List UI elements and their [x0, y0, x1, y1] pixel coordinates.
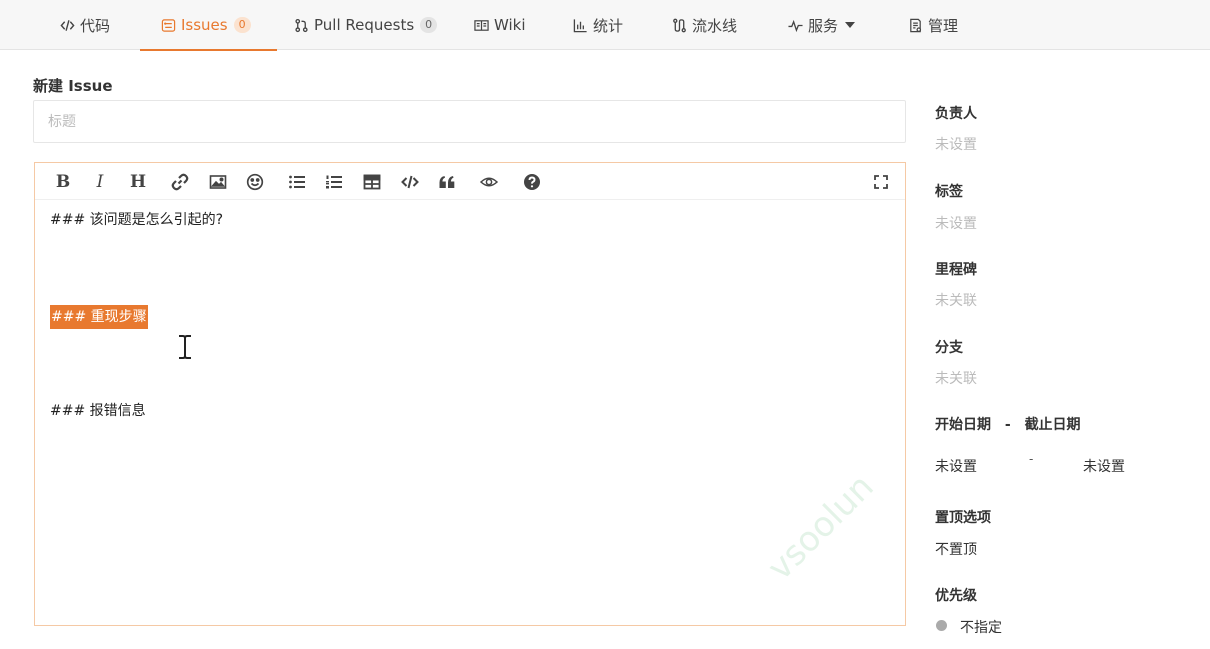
assignee-label: 负责人 — [935, 106, 977, 122]
editor-toolbar: B I H — [35, 163, 905, 200]
bar-chart-icon — [572, 17, 588, 33]
tab-code[interactable]: 代码 — [59, 0, 110, 50]
date-value-separator: - — [1029, 452, 1034, 466]
editor-line: ### 该问题是怎么引起的? — [50, 212, 224, 228]
start-date-value[interactable]: 未设置 — [935, 456, 977, 476]
emoji-icon — [246, 173, 264, 191]
fullscreen-icon — [874, 175, 888, 189]
pull-requests-count-badge: 0 — [420, 17, 438, 33]
image-button[interactable] — [207, 171, 229, 193]
page-title: 新建 Issue — [33, 77, 113, 95]
assignee-value[interactable]: 未设置 — [935, 134, 977, 154]
heading-button[interactable]: H — [127, 171, 149, 193]
table-button[interactable] — [361, 171, 383, 193]
labels-label: 标签 — [935, 184, 963, 200]
labels-value[interactable]: 未设置 — [935, 213, 977, 233]
tab-manage-label: 管理 — [928, 16, 959, 35]
tab-pull-requests[interactable]: Pull Requests 0 — [293, 0, 438, 50]
code-icon — [59, 17, 75, 33]
editor-line: ### 报错信息 — [50, 403, 146, 419]
tab-pipeline[interactable]: 流水线 — [671, 0, 737, 50]
settings-doc-icon — [907, 17, 923, 33]
tab-issues[interactable]: Issues 0 — [140, 0, 277, 51]
date-range-separator: - — [1004, 417, 1011, 433]
issue-title-input[interactable] — [33, 100, 906, 143]
branch-value[interactable]: 未关联 — [935, 368, 977, 388]
italic-icon: I — [96, 172, 104, 192]
tab-wiki-label: Wiki — [494, 16, 526, 34]
bold-button[interactable]: B — [52, 171, 74, 193]
due-date-value[interactable]: 未设置 — [1083, 456, 1125, 476]
quote-button[interactable] — [436, 171, 458, 193]
tab-manage[interactable]: 管理 — [907, 0, 958, 50]
pulse-icon — [787, 17, 803, 33]
milestone-value[interactable]: 未关联 — [935, 290, 977, 310]
text-cursor-icon — [179, 335, 191, 359]
issue-icon — [160, 17, 176, 33]
chevron-down-icon — [845, 22, 856, 28]
preview-icon — [480, 177, 498, 187]
tab-code-label: 代码 — [80, 16, 111, 35]
preview-button[interactable] — [478, 171, 500, 193]
priority-value[interactable]: 不指定 — [960, 617, 1002, 637]
tab-pull-requests-label: Pull Requests — [314, 16, 415, 34]
italic-button[interactable]: I — [89, 171, 111, 193]
milestone-label: 里程碑 — [935, 262, 977, 278]
pin-value[interactable]: 不置顶 — [935, 539, 977, 559]
tab-wiki[interactable]: Wiki — [473, 0, 526, 50]
link-button[interactable] — [169, 171, 191, 193]
tab-stats-label: 统计 — [593, 16, 624, 35]
help-button[interactable] — [521, 171, 543, 193]
link-icon — [171, 173, 189, 191]
quote-icon — [439, 176, 455, 188]
priority-dot-icon — [936, 620, 947, 631]
fullscreen-button[interactable] — [870, 171, 892, 193]
unordered-list-icon — [289, 175, 305, 189]
heading-icon: H — [129, 172, 147, 192]
priority-label: 优先级 — [935, 588, 977, 604]
tab-services[interactable]: 服务 — [787, 0, 856, 50]
tab-issues-label: Issues — [181, 16, 228, 34]
code-block-button[interactable] — [399, 171, 421, 193]
book-icon — [473, 17, 489, 33]
tab-services-label: 服务 — [808, 16, 839, 35]
code-icon — [401, 175, 419, 189]
emoji-button[interactable] — [244, 171, 266, 193]
due-date-label: 截止日期 — [1024, 417, 1081, 433]
table-icon — [363, 174, 381, 190]
pull-request-icon — [293, 17, 309, 33]
repo-tab-bar: 代码 Issues 0 Pull Requests 0 Wiki 统计 流水线 — [0, 0, 1210, 51]
unordered-list-button[interactable] — [286, 171, 308, 193]
branch-label: 分支 — [935, 340, 963, 356]
pipeline-icon — [671, 17, 687, 33]
bold-icon: B — [55, 172, 71, 192]
help-icon — [524, 174, 540, 190]
date-range-label: 开始日期 - 截止日期 — [935, 414, 1081, 434]
start-date-label: 开始日期 — [935, 417, 991, 433]
ordered-list-icon — [326, 175, 342, 189]
tab-stats[interactable]: 统计 — [572, 0, 623, 50]
issues-count-badge: 0 — [233, 17, 251, 33]
image-icon — [209, 175, 227, 189]
editor-line-selected: ### 重现步骤 — [50, 305, 148, 329]
ordered-list-button[interactable] — [323, 171, 345, 193]
tab-pipeline-label: 流水线 — [692, 16, 738, 35]
pin-label: 置顶选项 — [935, 510, 991, 526]
